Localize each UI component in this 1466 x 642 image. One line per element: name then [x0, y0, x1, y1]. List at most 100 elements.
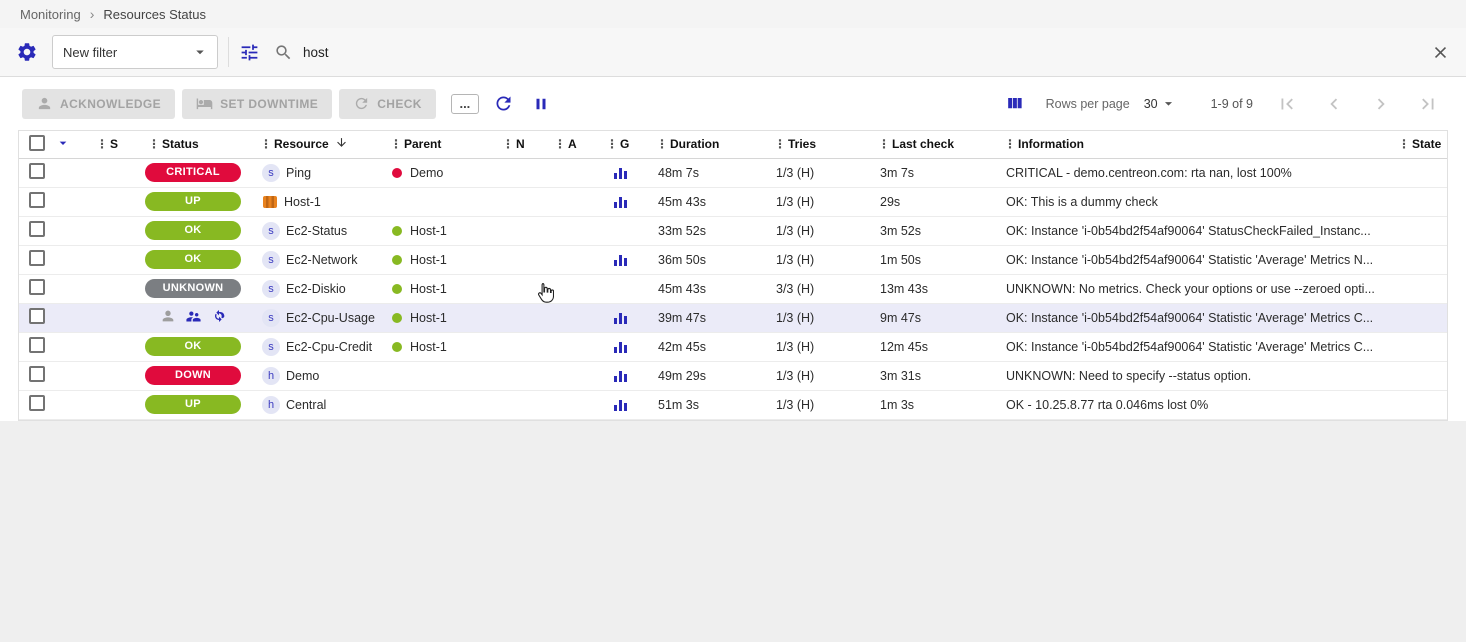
information-value: OK: Instance 'i-0b54bd2f54af90064' Stati… — [993, 332, 1387, 361]
select-all-dropdown-icon[interactable] — [55, 140, 71, 154]
search-icon — [274, 43, 293, 62]
column-header-last-check[interactable]: ⋮Last check — [867, 131, 993, 158]
row-checkbox[interactable] — [29, 308, 45, 324]
service-badge-icon: s — [262, 280, 280, 298]
information-value: UNKNOWN: No metrics. Check your options … — [993, 274, 1387, 303]
parent-status-dot — [392, 342, 402, 352]
last-page-icon[interactable] — [1416, 92, 1440, 116]
column-drag-icon[interactable]: ⋮ — [606, 138, 617, 150]
column-drag-icon[interactable]: ⋮ — [260, 138, 271, 150]
graph-icon[interactable] — [613, 196, 628, 209]
host-badge-icon: h — [262, 367, 280, 385]
table-row[interactable]: UP hCentral 51m 3s 1/3 (H) 1m 3s OK - 10… — [19, 390, 1447, 419]
settings-gear-icon[interactable] — [16, 41, 38, 63]
resource-name: Ec2-Diskio — [286, 282, 346, 296]
last-check-value: 3m 31s — [867, 361, 993, 390]
row-checkbox[interactable] — [29, 279, 45, 295]
pause-icon[interactable] — [532, 95, 550, 113]
column-drag-icon[interactable]: ⋮ — [96, 138, 107, 150]
table-row[interactable]: OK sEc2-Status Host-1 33m 52s 1/3 (H) 3m… — [19, 216, 1447, 245]
graph-icon[interactable] — [613, 312, 628, 325]
column-header-resource[interactable]: ⋮Resource — [249, 131, 379, 158]
row-checkbox[interactable] — [29, 395, 45, 411]
last-check-value: 9m 47s — [867, 303, 993, 332]
table-row[interactable]: UNKNOWN sEc2-Diskio Host-1 45m 43s 3/3 (… — [19, 274, 1447, 303]
column-drag-icon[interactable]: ⋮ — [390, 138, 401, 150]
tries-value: 3/3 (H) — [763, 274, 867, 303]
row-checkbox[interactable] — [29, 163, 45, 179]
column-drag-icon[interactable]: ⋮ — [1398, 138, 1409, 150]
resource-name: Ec2-Network — [286, 253, 358, 267]
set-downtime-button[interactable]: SET DOWNTIME — [182, 89, 332, 119]
downtime-bed-icon — [196, 95, 213, 112]
table-row-selected[interactable]: sEc2-Cpu-Usage Host-1 39m 47s 1/3 (H) 9m… — [19, 303, 1447, 332]
column-header-state[interactable]: ⋮State — [1387, 131, 1447, 158]
breadcrumb-monitoring[interactable]: Monitoring — [20, 7, 81, 22]
sort-descending-icon[interactable] — [332, 136, 348, 152]
row-checkbox[interactable] — [29, 250, 45, 266]
column-header-duration[interactable]: ⋮Duration — [645, 131, 763, 158]
acknowledged-person-icon[interactable] — [160, 308, 176, 327]
column-drag-icon[interactable]: ⋮ — [148, 138, 159, 150]
table-row[interactable]: CRITICAL sPing Demo 48m 7s 1/3 (H) 3m 7s… — [19, 158, 1447, 187]
more-actions-button[interactable]: ... — [451, 94, 479, 114]
column-drag-icon[interactable]: ⋮ — [878, 138, 889, 150]
column-header-acknowledge[interactable]: ⋮A — [543, 131, 595, 158]
row-checkbox[interactable] — [29, 192, 45, 208]
column-drag-icon[interactable]: ⋮ — [502, 138, 513, 150]
graph-icon[interactable] — [613, 341, 628, 354]
duration-value: 45m 43s — [645, 187, 763, 216]
check-button[interactable]: CHECK — [339, 89, 436, 119]
row-checkbox[interactable] — [29, 337, 45, 353]
column-drag-icon[interactable]: ⋮ — [774, 138, 785, 150]
column-header-information[interactable]: ⋮Information — [993, 131, 1387, 158]
graph-icon[interactable] — [613, 167, 628, 180]
graph-icon[interactable] — [613, 370, 628, 383]
column-drag-icon[interactable]: ⋮ — [656, 138, 667, 150]
row-checkbox[interactable] — [29, 221, 45, 237]
graph-icon[interactable] — [613, 254, 628, 267]
breadcrumb-resources-status[interactable]: Resources Status — [103, 7, 206, 22]
duration-value: 39m 47s — [645, 303, 763, 332]
graph-icon[interactable] — [613, 399, 628, 412]
clear-search-icon[interactable] — [1431, 43, 1450, 62]
autorenew-sync-icon[interactable] — [211, 308, 227, 327]
advanced-filters-tune-icon[interactable] — [239, 42, 260, 63]
acknowledge-button[interactable]: ACKNOWLEDGE — [22, 89, 175, 119]
column-header-graph[interactable]: ⋮G — [595, 131, 645, 158]
parent-status-dot — [392, 313, 402, 323]
table-row[interactable]: UP Host-1 45m 43s 1/3 (H) 29s OK: This i… — [19, 187, 1447, 216]
parent-status-dot — [392, 168, 402, 178]
resource-name: Ec2-Cpu-Credit — [286, 340, 372, 354]
row-checkbox[interactable] — [29, 366, 45, 382]
duration-value: 49m 29s — [645, 361, 763, 390]
table-row[interactable]: OK sEc2-Cpu-Credit Host-1 42m 45s 1/3 (H… — [19, 332, 1447, 361]
select-all-checkbox[interactable] — [29, 135, 45, 151]
refresh-icon[interactable] — [493, 93, 514, 114]
resource-name: Host-1 — [284, 195, 321, 209]
supervisor-persons-icon[interactable] — [185, 308, 202, 328]
table-row[interactable]: DOWN hDemo 49m 29s 1/3 (H) 3m 31s UNKNOW… — [19, 361, 1447, 390]
column-drag-icon[interactable]: ⋮ — [1004, 138, 1015, 150]
table-row[interactable]: OK sEc2-Network Host-1 36m 50s 1/3 (H) 1… — [19, 245, 1447, 274]
column-drag-icon[interactable]: ⋮ — [554, 138, 565, 150]
host-badge-icon: h — [262, 396, 280, 414]
column-header-status[interactable]: ⋮Status — [137, 131, 249, 158]
edit-columns-icon[interactable] — [1005, 94, 1024, 113]
column-header-severity[interactable]: ⋮S — [85, 131, 137, 158]
information-value: OK: Instance 'i-0b54bd2f54af90064' Stati… — [993, 303, 1387, 332]
column-header-notification[interactable]: ⋮N — [491, 131, 543, 158]
state-cell — [1387, 303, 1447, 332]
rows-per-page-select[interactable]: 30 — [1144, 95, 1177, 112]
filter-select[interactable]: New filter — [52, 35, 218, 69]
next-page-icon[interactable] — [1369, 92, 1393, 116]
chevron-down-icon — [1160, 95, 1177, 112]
column-header-parent[interactable]: ⋮Parent — [379, 131, 491, 158]
last-check-value: 29s — [867, 187, 993, 216]
previous-page-icon[interactable] — [1322, 92, 1346, 116]
first-page-icon[interactable] — [1275, 92, 1299, 116]
column-header-tries[interactable]: ⋮Tries — [763, 131, 867, 158]
parent-status-dot — [392, 255, 402, 265]
information-value: UNKNOWN: Need to specify --status option… — [993, 361, 1387, 390]
search-input[interactable] — [303, 45, 1421, 60]
